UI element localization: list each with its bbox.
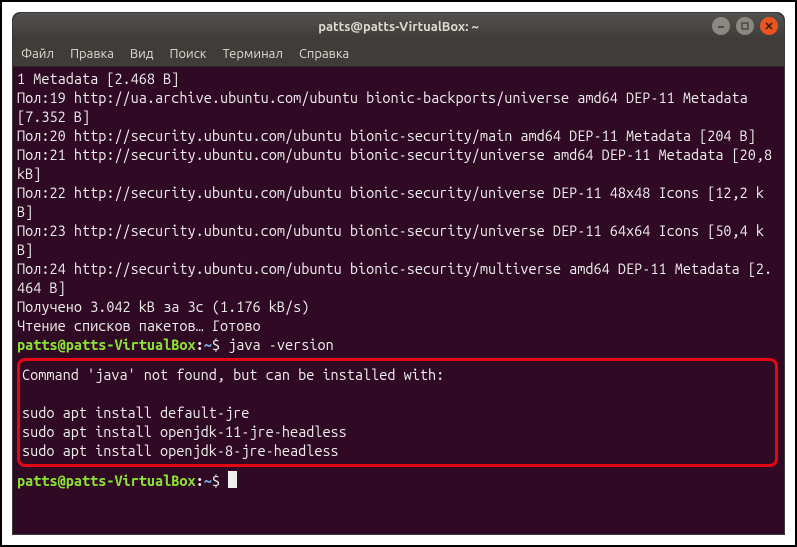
output-line: sudo apt install openjdk-8-jre-headless — [22, 441, 773, 460]
terminal-line: Пол:20 http://security.ubuntu.com/ubuntu… — [17, 126, 780, 145]
prompt-line: patts@patts-VirtualBox:~$ — [17, 471, 780, 490]
terminal-body[interactable]: 1 Metadata [2.468 B]Пол:19 http://ua.arc… — [13, 67, 784, 534]
menu-file[interactable]: Файл — [21, 47, 54, 61]
menubar: Файл Правка Вид Поиск Терминал Справка — [13, 41, 784, 67]
terminal-line: Пол:22 http://security.ubuntu.com/ubuntu… — [17, 183, 780, 221]
terminal-line: 1 Metadata [2.468 B] — [17, 69, 780, 88]
terminal-line: Пол:21 http://security.ubuntu.com/ubuntu… — [17, 145, 780, 183]
output-line — [22, 384, 773, 403]
prompt-path: ~ — [204, 336, 212, 353]
minimize-icon — [716, 21, 726, 31]
window-title: patts@patts-VirtualBox: ~ — [318, 20, 479, 34]
titlebar[interactable]: patts@patts-VirtualBox: ~ — [13, 13, 784, 41]
prompt-colon: : — [196, 472, 204, 489]
menu-edit[interactable]: Правка — [70, 47, 114, 61]
menu-help[interactable]: Справка — [299, 47, 349, 61]
prompt-path: ~ — [204, 472, 212, 489]
prompt-line: patts@patts-VirtualBox:~$ java -version — [17, 335, 780, 354]
terminal-line: Получено 3.042 kB за 3с (1.176 kB/s) — [17, 297, 780, 316]
menu-view[interactable]: Вид — [130, 47, 154, 61]
terminal-window: patts@patts-VirtualBox: ~ Файл Правка Ви… — [12, 12, 785, 535]
maximize-button[interactable] — [736, 17, 754, 35]
menu-terminal[interactable]: Терминал — [222, 47, 282, 61]
terminal-line: Чтение списков пакетов… Готово — [17, 316, 780, 335]
prompt-dollar: $ — [212, 336, 220, 353]
prompt-user: patts@patts-VirtualBox — [17, 472, 196, 489]
minimize-button[interactable] — [712, 17, 730, 35]
close-button[interactable] — [760, 17, 778, 35]
terminal-line: Пол:23 http://security.ubuntu.com/ubuntu… — [17, 221, 780, 259]
window-controls — [712, 17, 778, 35]
highlight-box: Command 'java' not found, but can be ins… — [17, 358, 778, 467]
cursor — [228, 471, 237, 488]
output-line: sudo apt install openjdk-11-jre-headless — [22, 422, 773, 441]
output-line: sudo apt install default-jre — [22, 403, 773, 422]
command-text: java -version — [228, 336, 334, 353]
prompt-user: patts@patts-VirtualBox — [17, 336, 196, 353]
terminal-line: Пол:24 http://security.ubuntu.com/ubuntu… — [17, 259, 780, 297]
menu-search[interactable]: Поиск — [169, 47, 206, 61]
maximize-icon — [740, 21, 750, 31]
close-icon — [764, 21, 774, 31]
prompt-dollar: $ — [212, 472, 220, 489]
output-line: Command 'java' not found, but can be ins… — [22, 365, 773, 384]
prompt-colon: : — [196, 336, 204, 353]
terminal-line: Пол:19 http://ua.archive.ubuntu.com/ubun… — [17, 88, 780, 126]
